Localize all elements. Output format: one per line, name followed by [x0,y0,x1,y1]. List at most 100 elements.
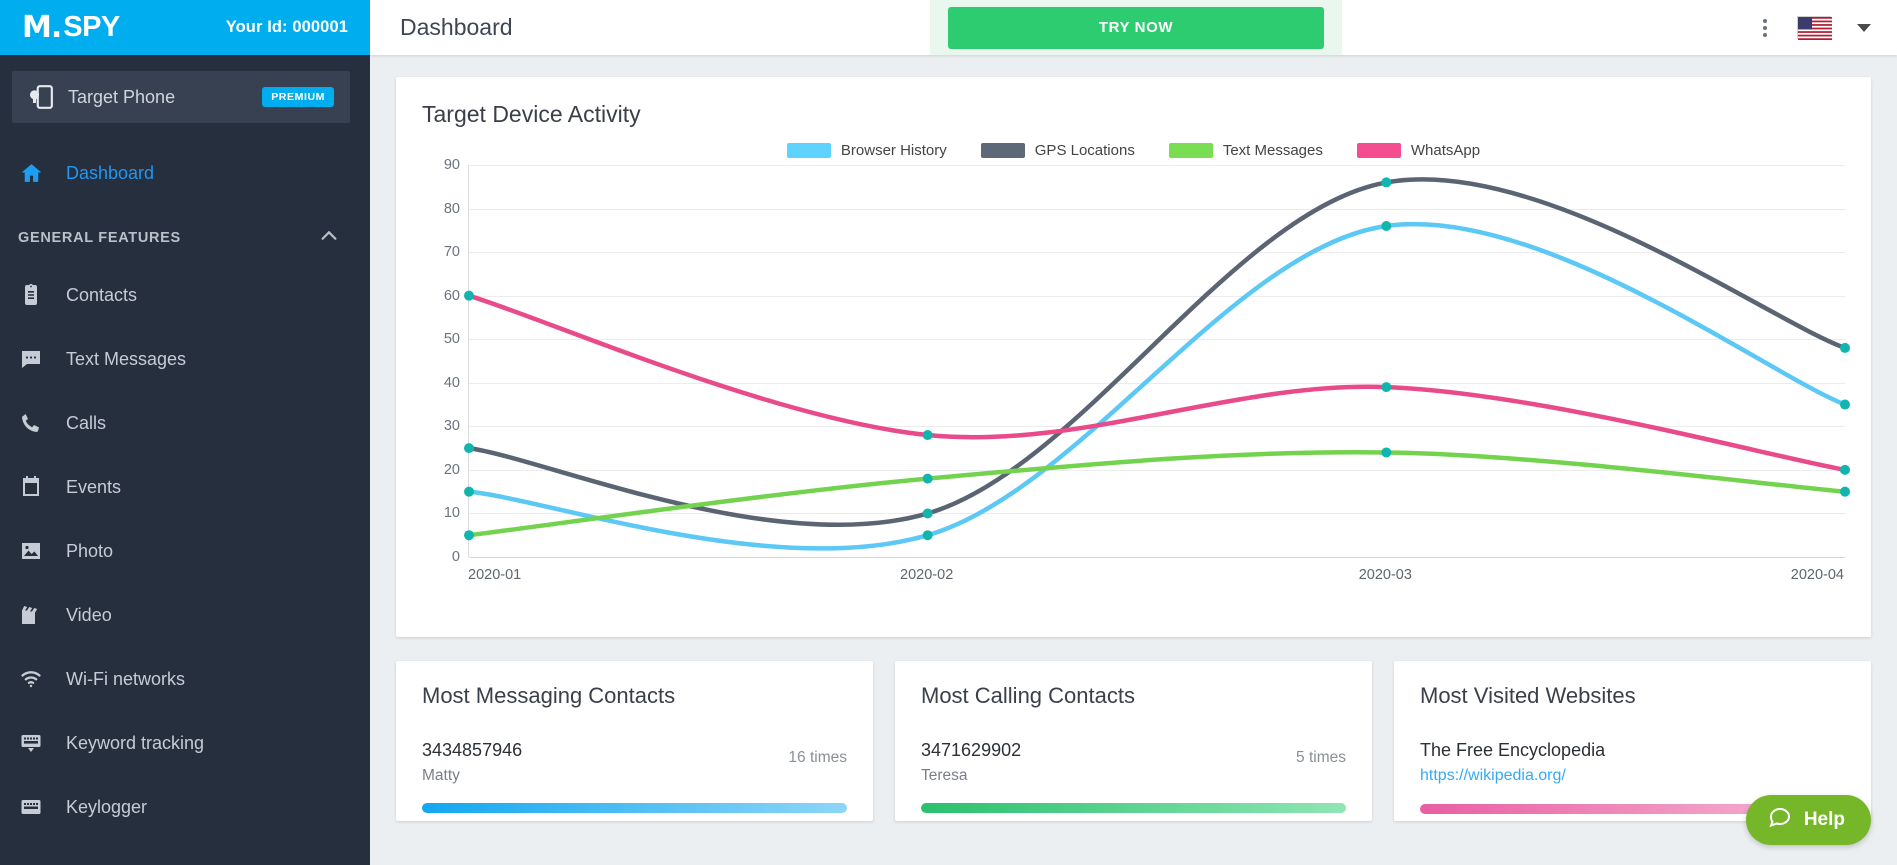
summary-card-main: 3434857946 Matty [422,737,788,787]
contacts-icon [18,282,44,308]
your-id-label: Your Id: 000001 [225,18,348,36]
summary-card-secondary: Teresa [921,767,968,784]
image-icon [18,538,44,564]
sidebar-item-label: Photo [66,540,114,561]
legend-item[interactable]: WhatsApp [1356,142,1480,159]
data-point-marker[interactable] [922,473,933,484]
data-point-marker[interactable] [922,530,933,541]
phone-icon [18,410,44,436]
summary-card-primary: 3471629902 [921,740,1022,760]
data-point-marker[interactable] [464,443,474,454]
general-features-section-header[interactable]: GENERAL FEATURES [0,205,370,263]
sidebar-item-label: Text Messages [66,348,187,369]
y-axis-tick: 60 [443,287,460,304]
x-axis-tick: 2020-03 [1358,567,1412,583]
help-label: Help [1803,809,1845,830]
page-title: Dashboard [400,14,513,40]
legend-swatch [1356,143,1401,158]
data-point-marker[interactable] [1381,220,1392,231]
sidebar-item-photo[interactable]: Photo [0,519,370,583]
summary-card-main: 3471629902 Teresa [921,737,1296,787]
sidebar-item-label: Dashboard [66,162,155,183]
summary-card-primary: The Free Encyclopedia [1420,740,1606,760]
mspy-logo[interactable]: M. SPY [22,9,120,45]
sidebar-item-contacts[interactable]: Contacts [0,263,370,327]
keyboard-icon [18,794,44,820]
legend-swatch [1168,143,1213,158]
us-flag-icon[interactable] [1797,16,1832,40]
y-axis-tick: 0 [451,549,460,565]
video-icon [18,602,44,628]
y-axis-tick: 80 [443,200,460,217]
sidebar-item-keylogger[interactable]: Keylogger [0,775,370,839]
sidebar-item-text-messages[interactable]: Text Messages [0,327,370,391]
chat-bubble-icon [1768,805,1792,835]
topbar: Dashboard TRY NOW [370,0,1897,55]
data-point-marker[interactable] [464,486,474,497]
message-icon [18,346,44,372]
data-point-marker[interactable] [1381,382,1392,393]
chart-plot: 0 10 20 30 40 50 60 70 80 90 2020-01 2020-02 2020-0… [422,157,1850,585]
chevron-up-icon[interactable] [318,225,340,252]
chevron-down-icon[interactable] [1857,23,1871,32]
sidebar-item-calls[interactable]: Calls [0,391,370,455]
y-axis-tick: 10 [443,505,460,522]
data-point-marker[interactable] [1840,464,1850,475]
sidebar-item-label: Contacts [66,284,138,305]
sidebar-item-wifi-networks[interactable]: Wi-Fi networks [0,647,370,711]
sidebar-item-dashboard[interactable]: Dashboard [0,141,370,205]
main-area: Dashboard TRY NOW Target Device Activity… [370,0,1897,865]
target-phone-selector[interactable]: Target Phone PREMIUM [12,71,350,123]
logo-text: SPY [63,11,120,43]
data-point-marker[interactable] [464,530,474,541]
data-point-marker[interactable] [922,430,933,441]
series-line [466,293,1848,473]
section-title: GENERAL FEATURES [18,230,181,246]
gridline [469,557,1845,558]
sidebar-item-label: Calls [66,412,107,433]
summary-card: Most Messaging Contacts 3434857946 Matty 16… [396,661,873,821]
data-point-marker[interactable] [1381,447,1392,458]
chart-lines [464,177,1850,551]
legend-item[interactable]: GPS Locations [980,142,1135,159]
x-axis-tick: 2020-02 [900,567,954,583]
chart-title: Target Device Activity [422,101,641,127]
data-point-marker[interactable] [1840,342,1850,353]
summary-card-title: Most Calling Contacts [921,683,1135,708]
try-now-button[interactable]: TRY NOW [948,6,1324,49]
home-icon [18,160,44,186]
data-point-marker[interactable] [464,290,474,301]
target-phone-label: Target Phone [68,86,176,107]
data-point-marker[interactable] [1381,177,1392,188]
summary-card: Most Calling Contacts 3471629902 Teresa 5 t… [895,661,1372,821]
summary-card-secondary: Matty [422,767,460,784]
data-point-marker[interactable] [1840,399,1850,410]
data-point-marker[interactable] [922,508,933,519]
sidebar: M. SPY Your Id: 000001 Target Phone PREMI… [0,0,370,865]
sidebar-item-events[interactable]: Events [0,455,370,519]
sidebar-item-keyword-tracking[interactable]: Keyword tracking [0,711,370,775]
phone-settings-icon [28,84,54,110]
try-now-container: TRY NOW [930,0,1342,55]
series-line [466,177,1848,528]
sidebar-nav-list: Contacts Text Messages Calls Events Phot… [0,263,370,839]
x-axis-tick: 2020-04 [1790,567,1844,583]
summary-card-main: The Free Encyclopedia https://wikipedia.o… [1420,737,1845,788]
brand-bar: M. SPY Your Id: 000001 [0,0,370,55]
more-vertical-icon[interactable] [1759,15,1771,41]
logo-mark: M. [22,9,62,45]
y-axis-tick: 30 [443,418,460,435]
summary-cards-row: Most Messaging Contacts 3434857946 Matty 16… [396,661,1871,821]
summary-card-primary: 3434857946 [422,740,523,760]
legend-item[interactable]: Browser History [786,142,947,159]
summary-card-link[interactable]: https://wikipedia.org/ [1420,767,1566,784]
y-axis-tick: 70 [443,244,460,261]
help-button[interactable]: Help [1745,795,1871,845]
summary-card-title: Most Messaging Contacts [422,683,676,708]
sidebar-item-video[interactable]: Video [0,583,370,647]
legend-item[interactable]: Text Messages [1168,142,1323,159]
summary-card-count: 5 times [1296,749,1346,766]
sidebar-item-label: Keylogger [66,796,148,817]
x-axis-tick: 2020-01 [468,567,522,583]
data-point-marker[interactable] [1840,486,1850,497]
